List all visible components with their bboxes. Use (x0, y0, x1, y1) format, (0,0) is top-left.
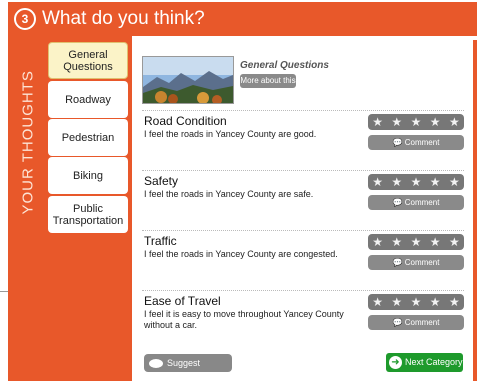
comment-button[interactable]: 💬 Comment (368, 315, 464, 330)
header-bar: 3 What do you think? (8, 2, 477, 36)
category-menu: General Questions Roadway Pedestrian Bik… (46, 36, 132, 381)
question-safety: Safety I feel the roads in Yancey County… (144, 174, 464, 224)
comment-button[interactable]: 💬 Comment (368, 135, 464, 150)
star-icon[interactable]: ★ (430, 176, 441, 188)
tab-pedestrian[interactable]: Pedestrian (48, 119, 128, 156)
question-description: I feel it is easy to move throughout Yan… (144, 309, 344, 330)
intro-block: General Questions More about this (142, 56, 462, 106)
side-rail-label: YOUR THOUGHTS (19, 70, 37, 215)
comment-label: Comment (404, 258, 440, 267)
star-icon[interactable]: ★ (411, 236, 422, 248)
page-title: What do you think? (42, 8, 205, 29)
comment-label: Comment (404, 138, 440, 147)
next-label: Next Category (405, 357, 463, 367)
star-icon[interactable]: ★ (391, 176, 402, 188)
tab-label: Biking (73, 169, 103, 182)
tab-label: Roadway (65, 93, 111, 106)
intro-title: General Questions (240, 60, 329, 71)
star-icon[interactable]: ★ (411, 116, 422, 128)
question-description: I feel the roads in Yancey County are co… (144, 249, 338, 259)
star-icon[interactable]: ★ (391, 296, 402, 308)
question-road-condition: Road Condition I feel the roads in Yance… (144, 114, 464, 164)
question-traffic: Traffic I feel the roads in Yancey Count… (144, 234, 464, 284)
tab-general-questions[interactable]: General Questions (48, 42, 128, 79)
question-description: I feel the roads in Yancey County are go… (144, 129, 317, 139)
suggest-another-button[interactable]: Suggest another (144, 354, 232, 386)
divider (142, 230, 464, 232)
comment-button[interactable]: 💬 Comment (368, 255, 464, 270)
star-icon[interactable]: ★ (372, 176, 383, 188)
star-icon[interactable]: ★ (449, 296, 460, 308)
star-icon[interactable]: ★ (430, 236, 441, 248)
star-rating[interactable]: ★ ★ ★ ★ ★ (368, 174, 464, 190)
tab-roadway[interactable]: Roadway (48, 81, 128, 118)
question-title: Road Condition (144, 114, 227, 128)
speech-bubble-icon (149, 359, 163, 369)
star-icon[interactable]: ★ (411, 296, 422, 308)
star-icon[interactable]: ★ (449, 176, 460, 188)
divider (142, 290, 464, 292)
survey-frame: 3 What do you think? YOUR THOUGHTS Gener… (8, 2, 477, 386)
more-about-this-button[interactable]: More about this (240, 74, 296, 88)
question-title: Ease of Travel (144, 294, 221, 308)
star-icon[interactable]: ★ (391, 236, 402, 248)
question-title: Traffic (144, 234, 177, 248)
star-icon[interactable]: ★ (411, 176, 422, 188)
star-icon[interactable]: ★ (449, 236, 460, 248)
divider (142, 170, 464, 172)
star-icon[interactable]: ★ (372, 296, 383, 308)
comment-button[interactable]: 💬 Comment (368, 195, 464, 210)
question-description: I feel the roads in Yancey County are sa… (144, 189, 314, 199)
star-icon[interactable]: ★ (372, 116, 383, 128)
tab-label: Public Transportation (52, 202, 124, 227)
question-panel: General Questions More about this Road C… (132, 40, 473, 386)
comment-label: Comment (404, 318, 440, 327)
comment-icon: 💬 (392, 138, 403, 147)
tab-biking[interactable]: Biking (48, 157, 128, 194)
star-icon[interactable]: ★ (449, 116, 460, 128)
tab-public-transportation[interactable]: Public Transportation (48, 196, 128, 233)
panel-border-right (473, 40, 477, 381)
star-rating[interactable]: ★ ★ ★ ★ ★ (368, 294, 464, 310)
star-icon[interactable]: ★ (430, 296, 441, 308)
star-rating[interactable]: ★ ★ ★ ★ ★ (368, 234, 464, 250)
step-badge: 3 (14, 8, 36, 30)
comment-icon: 💬 (392, 198, 403, 207)
star-rating[interactable]: ★ ★ ★ ★ ★ (368, 114, 464, 130)
question-ease-of-travel: Ease of Travel I feel it is easy to move… (144, 294, 464, 344)
tab-label: General Questions (63, 48, 113, 73)
comment-label: Comment (404, 198, 440, 207)
comment-icon: 💬 (392, 258, 403, 267)
star-icon[interactable]: ★ (372, 236, 383, 248)
divider (0, 291, 8, 292)
side-rail: YOUR THOUGHTS (8, 36, 46, 381)
question-title: Safety (144, 174, 179, 188)
divider (142, 110, 464, 112)
star-icon[interactable]: ★ (430, 116, 441, 128)
mountain-photo (142, 56, 234, 104)
comment-icon: 💬 (392, 318, 403, 327)
next-category-button[interactable]: ➜ Next Category (386, 353, 463, 372)
star-icon[interactable]: ★ (391, 116, 402, 128)
tab-label: Pedestrian (61, 131, 115, 144)
arrow-right-icon: ➜ (389, 356, 402, 370)
